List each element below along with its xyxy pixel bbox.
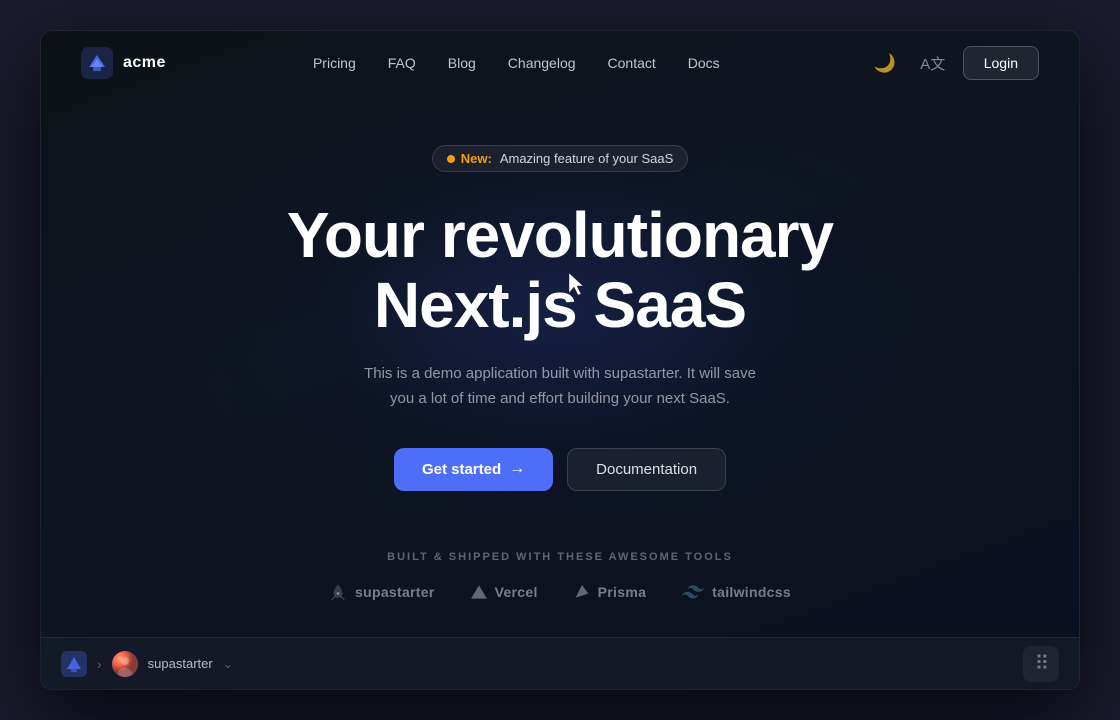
tool-vercel: Vercel <box>471 584 538 600</box>
login-button[interactable]: Login <box>963 46 1039 80</box>
get-started-label: Get started <box>422 461 501 478</box>
rocket-icon <box>329 583 347 601</box>
nav-link-docs[interactable]: Docs <box>688 55 720 71</box>
badge-text: Amazing feature of your SaaS <box>500 151 673 166</box>
hero-title-line1: Your revolutionary <box>287 199 833 271</box>
bottom-username: supastarter <box>148 656 213 671</box>
app-window: acme Pricing FAQ Blog Changelog Contact … <box>40 30 1080 690</box>
translate-icon: A文 <box>920 53 945 74</box>
avatar-image <box>112 651 138 677</box>
prisma-icon <box>574 583 590 601</box>
nav-link-faq[interactable]: FAQ <box>388 55 416 71</box>
tailwindcss-icon <box>682 585 704 599</box>
bottom-logo-icon <box>61 651 87 677</box>
language-toggle-button[interactable]: A文 <box>915 45 951 81</box>
bottom-arrow-icon: › <box>97 656 102 672</box>
bottom-right-icon[interactable]: ⠿ <box>1023 646 1059 682</box>
logo-icon <box>81 47 113 79</box>
vercel-icon <box>471 584 487 600</box>
tool-prisma: Prisma <box>574 583 647 601</box>
tool-supastarter: supastarter <box>329 583 435 601</box>
get-started-button[interactable]: Get started → <box>394 448 553 491</box>
logo-text: acme <box>123 54 166 72</box>
supastarter-label: supastarter <box>355 584 435 600</box>
tools-label: BUILT & SHIPPED WITH THESE AWESOME TOOLS <box>387 551 733 563</box>
documentation-button[interactable]: Documentation <box>567 448 726 491</box>
nav-link-blog[interactable]: Blog <box>448 55 476 71</box>
logo[interactable]: acme <box>81 47 166 79</box>
nav-link-pricing[interactable]: Pricing <box>313 55 356 71</box>
badge-new-label: New: <box>461 151 492 166</box>
hero-buttons: Get started → Documentation <box>394 448 726 491</box>
vercel-label: Vercel <box>495 584 538 600</box>
tools-section: BUILT & SHIPPED WITH THESE AWESOME TOOLS… <box>329 551 791 601</box>
bottom-bar: › supastarter ⌄ ⠿ <box>41 637 1079 689</box>
hero-title-line2: Next.js SaaS <box>374 269 746 341</box>
tailwindcss-label: tailwindcss <box>712 584 791 600</box>
tools-logos: supastarter Vercel Prisma <box>329 583 791 601</box>
hero-title: Your revolutionary Next.js SaaS <box>287 200 833 341</box>
tool-tailwindcss: tailwindcss <box>682 584 791 600</box>
menu-dots-icon: ⠿ <box>1035 651 1048 676</box>
hero-subtitle: This is a demo application built with su… <box>350 361 770 412</box>
nav-actions: 🌙 A文 Login <box>867 45 1039 81</box>
nav-links: Pricing FAQ Blog Changelog Contact Docs <box>313 55 720 71</box>
navbar: acme Pricing FAQ Blog Changelog Contact … <box>41 31 1079 95</box>
bottom-avatar <box>112 651 138 677</box>
moon-icon: 🌙 <box>874 53 896 74</box>
bottom-chevron-icon: ⌄ <box>223 657 233 671</box>
badge-dot <box>447 155 455 163</box>
arrow-icon: → <box>509 460 525 478</box>
hero-section: New: Amazing feature of your SaaS Your r… <box>41 95 1079 601</box>
theme-toggle-button[interactable]: 🌙 <box>867 45 903 81</box>
prisma-label: Prisma <box>598 584 647 600</box>
announcement-badge[interactable]: New: Amazing feature of your SaaS <box>432 145 689 172</box>
nav-link-contact[interactable]: Contact <box>608 55 656 71</box>
nav-link-changelog[interactable]: Changelog <box>508 55 576 71</box>
